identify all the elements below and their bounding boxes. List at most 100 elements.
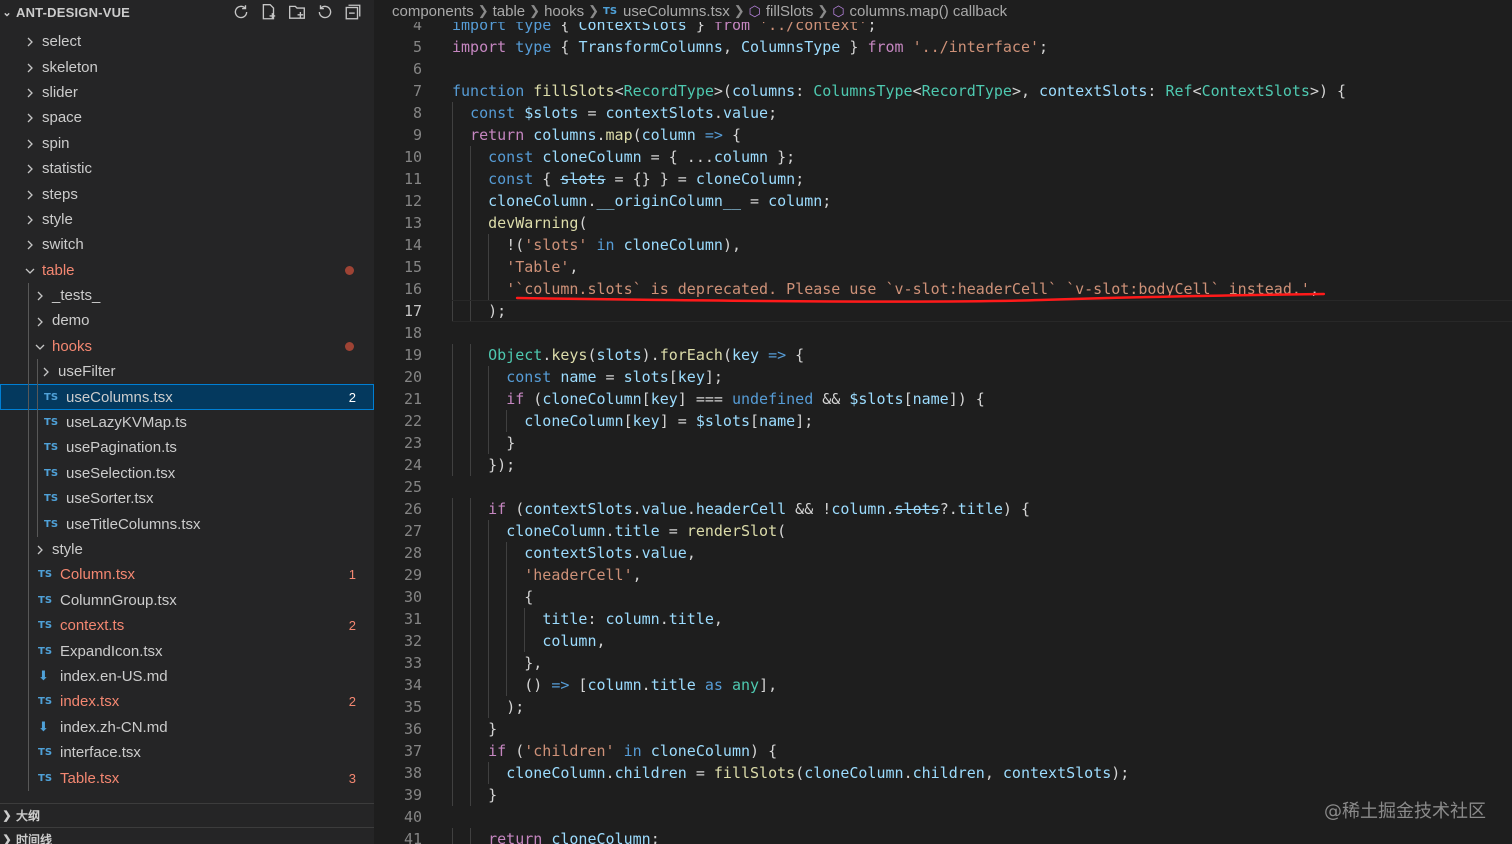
code-line[interactable]: 38 cloneColumn.children = fillSlots(clon…: [374, 762, 1512, 784]
code-line[interactable]: 35 );: [374, 696, 1512, 718]
folder-item[interactable]: statistic: [0, 156, 374, 181]
code-line[interactable]: 10 const cloneColumn = { ...column };: [374, 146, 1512, 168]
breadcrumb-item-function[interactable]: ⬡ fillSlots: [749, 3, 814, 20]
file-item[interactable]: TS usePagination.ts: [0, 435, 374, 461]
code-token: = { ...: [641, 148, 714, 166]
code-line[interactable]: 29 'headerCell',: [374, 564, 1512, 586]
file-item[interactable]: TS useSorter.tsx: [0, 486, 374, 512]
code-line[interactable]: 26 if (contextSlots.value.headerCell && …: [374, 498, 1512, 520]
code-line[interactable]: 24 });: [374, 454, 1512, 476]
code-token: ] ===: [677, 390, 732, 408]
breadcrumb-item-components[interactable]: components: [392, 3, 474, 20]
breadcrumb-item-callback[interactable]: ⬡ columns.map() callback: [832, 3, 1007, 20]
file-item[interactable]: TS Column.tsx 1: [0, 562, 374, 588]
code-line[interactable]: 18: [374, 322, 1512, 344]
code-line[interactable]: 22 cloneColumn[key] = $slots[name];: [374, 410, 1512, 432]
folder-item[interactable]: steps: [0, 181, 374, 206]
code-line[interactable]: 15 'Table',: [374, 256, 1512, 278]
folder-item[interactable]: switch: [0, 232, 374, 257]
code-token: import: [452, 38, 507, 56]
code-token: contextSlots: [1039, 82, 1148, 100]
sync-icon[interactable]: [230, 2, 252, 22]
folder-item[interactable]: table: [0, 258, 374, 283]
code-line[interactable]: 14 !('slots' in cloneColumn),: [374, 234, 1512, 256]
code-line[interactable]: 27 cloneColumn.title = renderSlot(: [374, 520, 1512, 542]
file-item[interactable]: TS ColumnGroup.tsx: [0, 587, 374, 613]
timeline-section[interactable]: ❯ 时间线: [0, 827, 374, 844]
tree-item-label: steps: [42, 185, 78, 203]
code-line[interactable]: 30 {: [374, 586, 1512, 608]
folder-item[interactable]: hooks: [0, 333, 374, 360]
folder-item[interactable]: select: [0, 29, 374, 54]
code-line[interactable]: 6: [374, 58, 1512, 80]
code-token: columns: [731, 82, 796, 100]
file-item[interactable]: ⬇ index.en-US.md: [0, 663, 374, 690]
breadcrumb-item-file[interactable]: TS useColumns.tsx: [603, 3, 730, 20]
code-line[interactable]: 8 const $slots = contextSlots.value;: [374, 102, 1512, 124]
line-number: 32: [403, 632, 422, 650]
folder-item[interactable]: spin: [0, 131, 374, 156]
code-line[interactable]: 33 },: [374, 652, 1512, 674]
file-item[interactable]: TS useTitleColumns.tsx: [0, 511, 374, 537]
code-text: cloneColumn.children = fillSlots(cloneCo…: [452, 762, 1129, 784]
line-number: 14: [403, 236, 422, 254]
code-token: .: [542, 346, 552, 364]
code-line[interactable]: 31 title: column.title,: [374, 608, 1512, 630]
code-line[interactable]: 9 return columns.map(column => {: [374, 124, 1512, 146]
code-line[interactable]: 5 import type { TransformColumns, Columns…: [374, 36, 1512, 58]
code-line[interactable]: 12 cloneColumn.__originColumn__ = column…: [374, 190, 1512, 212]
folder-item[interactable]: style: [0, 207, 374, 232]
new-file-icon[interactable]: [258, 2, 280, 22]
file-item[interactable]: TS context.ts 2: [0, 612, 374, 639]
code-line[interactable]: 32 column,: [374, 630, 1512, 652]
code-line[interactable]: 28 contextSlots.value,: [374, 542, 1512, 564]
folder-item[interactable]: _tests_: [0, 282, 374, 309]
code-line[interactable]: 25: [374, 476, 1512, 498]
code-editor[interactable]: 4 import type { ContextSlots } from '../c…: [374, 14, 1512, 844]
folder-item[interactable]: style: [0, 536, 374, 563]
symbol-method-icon: ⬡: [832, 2, 845, 19]
file-item[interactable]: TS useSelection.tsx: [0, 460, 374, 487]
new-folder-icon[interactable]: [286, 2, 308, 22]
collapse-all-icon[interactable]: [342, 2, 364, 22]
folder-item[interactable]: space: [0, 105, 374, 130]
code-line[interactable]: 36 }: [374, 718, 1512, 740]
code-line[interactable]: 7 function fillSlots<RecordType>(columns:…: [374, 80, 1512, 102]
file-item[interactable]: TS index.tsx 2: [0, 689, 374, 715]
code-line[interactable]: 13 devWarning(: [374, 212, 1512, 234]
code-line[interactable]: 23 }: [374, 432, 1512, 454]
explorer-header[interactable]: ⌄ ANT-DESIGN-VUE: [0, 0, 374, 24]
code-line[interactable]: 34 () => [column.title as any],: [374, 674, 1512, 696]
outline-section[interactable]: ❯ 大纲: [0, 803, 374, 826]
refresh-icon[interactable]: [314, 2, 336, 22]
file-item[interactable]: TS interface.tsx: [0, 739, 374, 766]
breadcrumb-item-hooks[interactable]: hooks: [544, 3, 584, 20]
folder-item[interactable]: slider: [0, 80, 374, 105]
folder-item[interactable]: skeleton: [0, 54, 374, 79]
tree-item-label: spin: [42, 134, 70, 152]
code-token: RecordType: [921, 82, 1012, 100]
code-line[interactable]: 20 const name = slots[key];: [374, 366, 1512, 388]
code-line[interactable]: 16 '`column.slots` is deprecated. Please…: [374, 278, 1512, 300]
code-line[interactable]: 19 Object.keys(slots).forEach(key => {: [374, 344, 1512, 366]
folder-item[interactable]: useFilter: [0, 359, 374, 385]
file-item[interactable]: TS Table.tsx 3: [0, 765, 374, 791]
code-line[interactable]: 17 );: [374, 300, 1512, 322]
code-token: key: [731, 346, 760, 364]
folder-item[interactable]: demo: [0, 308, 374, 334]
code-line[interactable]: 37 if ('children' in cloneColumn) {: [374, 740, 1512, 762]
code-line[interactable]: 11 const { slots = {} } = cloneColumn;: [374, 168, 1512, 190]
file-item[interactable]: TS useLazyKVMap.ts: [0, 409, 374, 436]
file-item[interactable]: TS ExpandIcon.tsx: [0, 638, 374, 664]
code-line[interactable]: 21 if (cloneColumn[key] === undefined &&…: [374, 388, 1512, 410]
chevron-down-icon[interactable]: ⌄: [0, 6, 14, 19]
code-line[interactable]: 41 return cloneColumn;: [374, 828, 1512, 844]
file-item[interactable]: TS useColumns.tsx 2: [0, 384, 374, 410]
indent-guide: [37, 435, 38, 461]
tree-item-label: hooks: [52, 337, 93, 355]
code-token: ,: [984, 764, 1003, 782]
file-item[interactable]: ⬇ index.zh-CN.md: [0, 714, 374, 740]
code-token: as: [704, 676, 723, 694]
breadcrumb-item-table[interactable]: table: [493, 3, 526, 20]
code-token: ];: [704, 368, 723, 386]
